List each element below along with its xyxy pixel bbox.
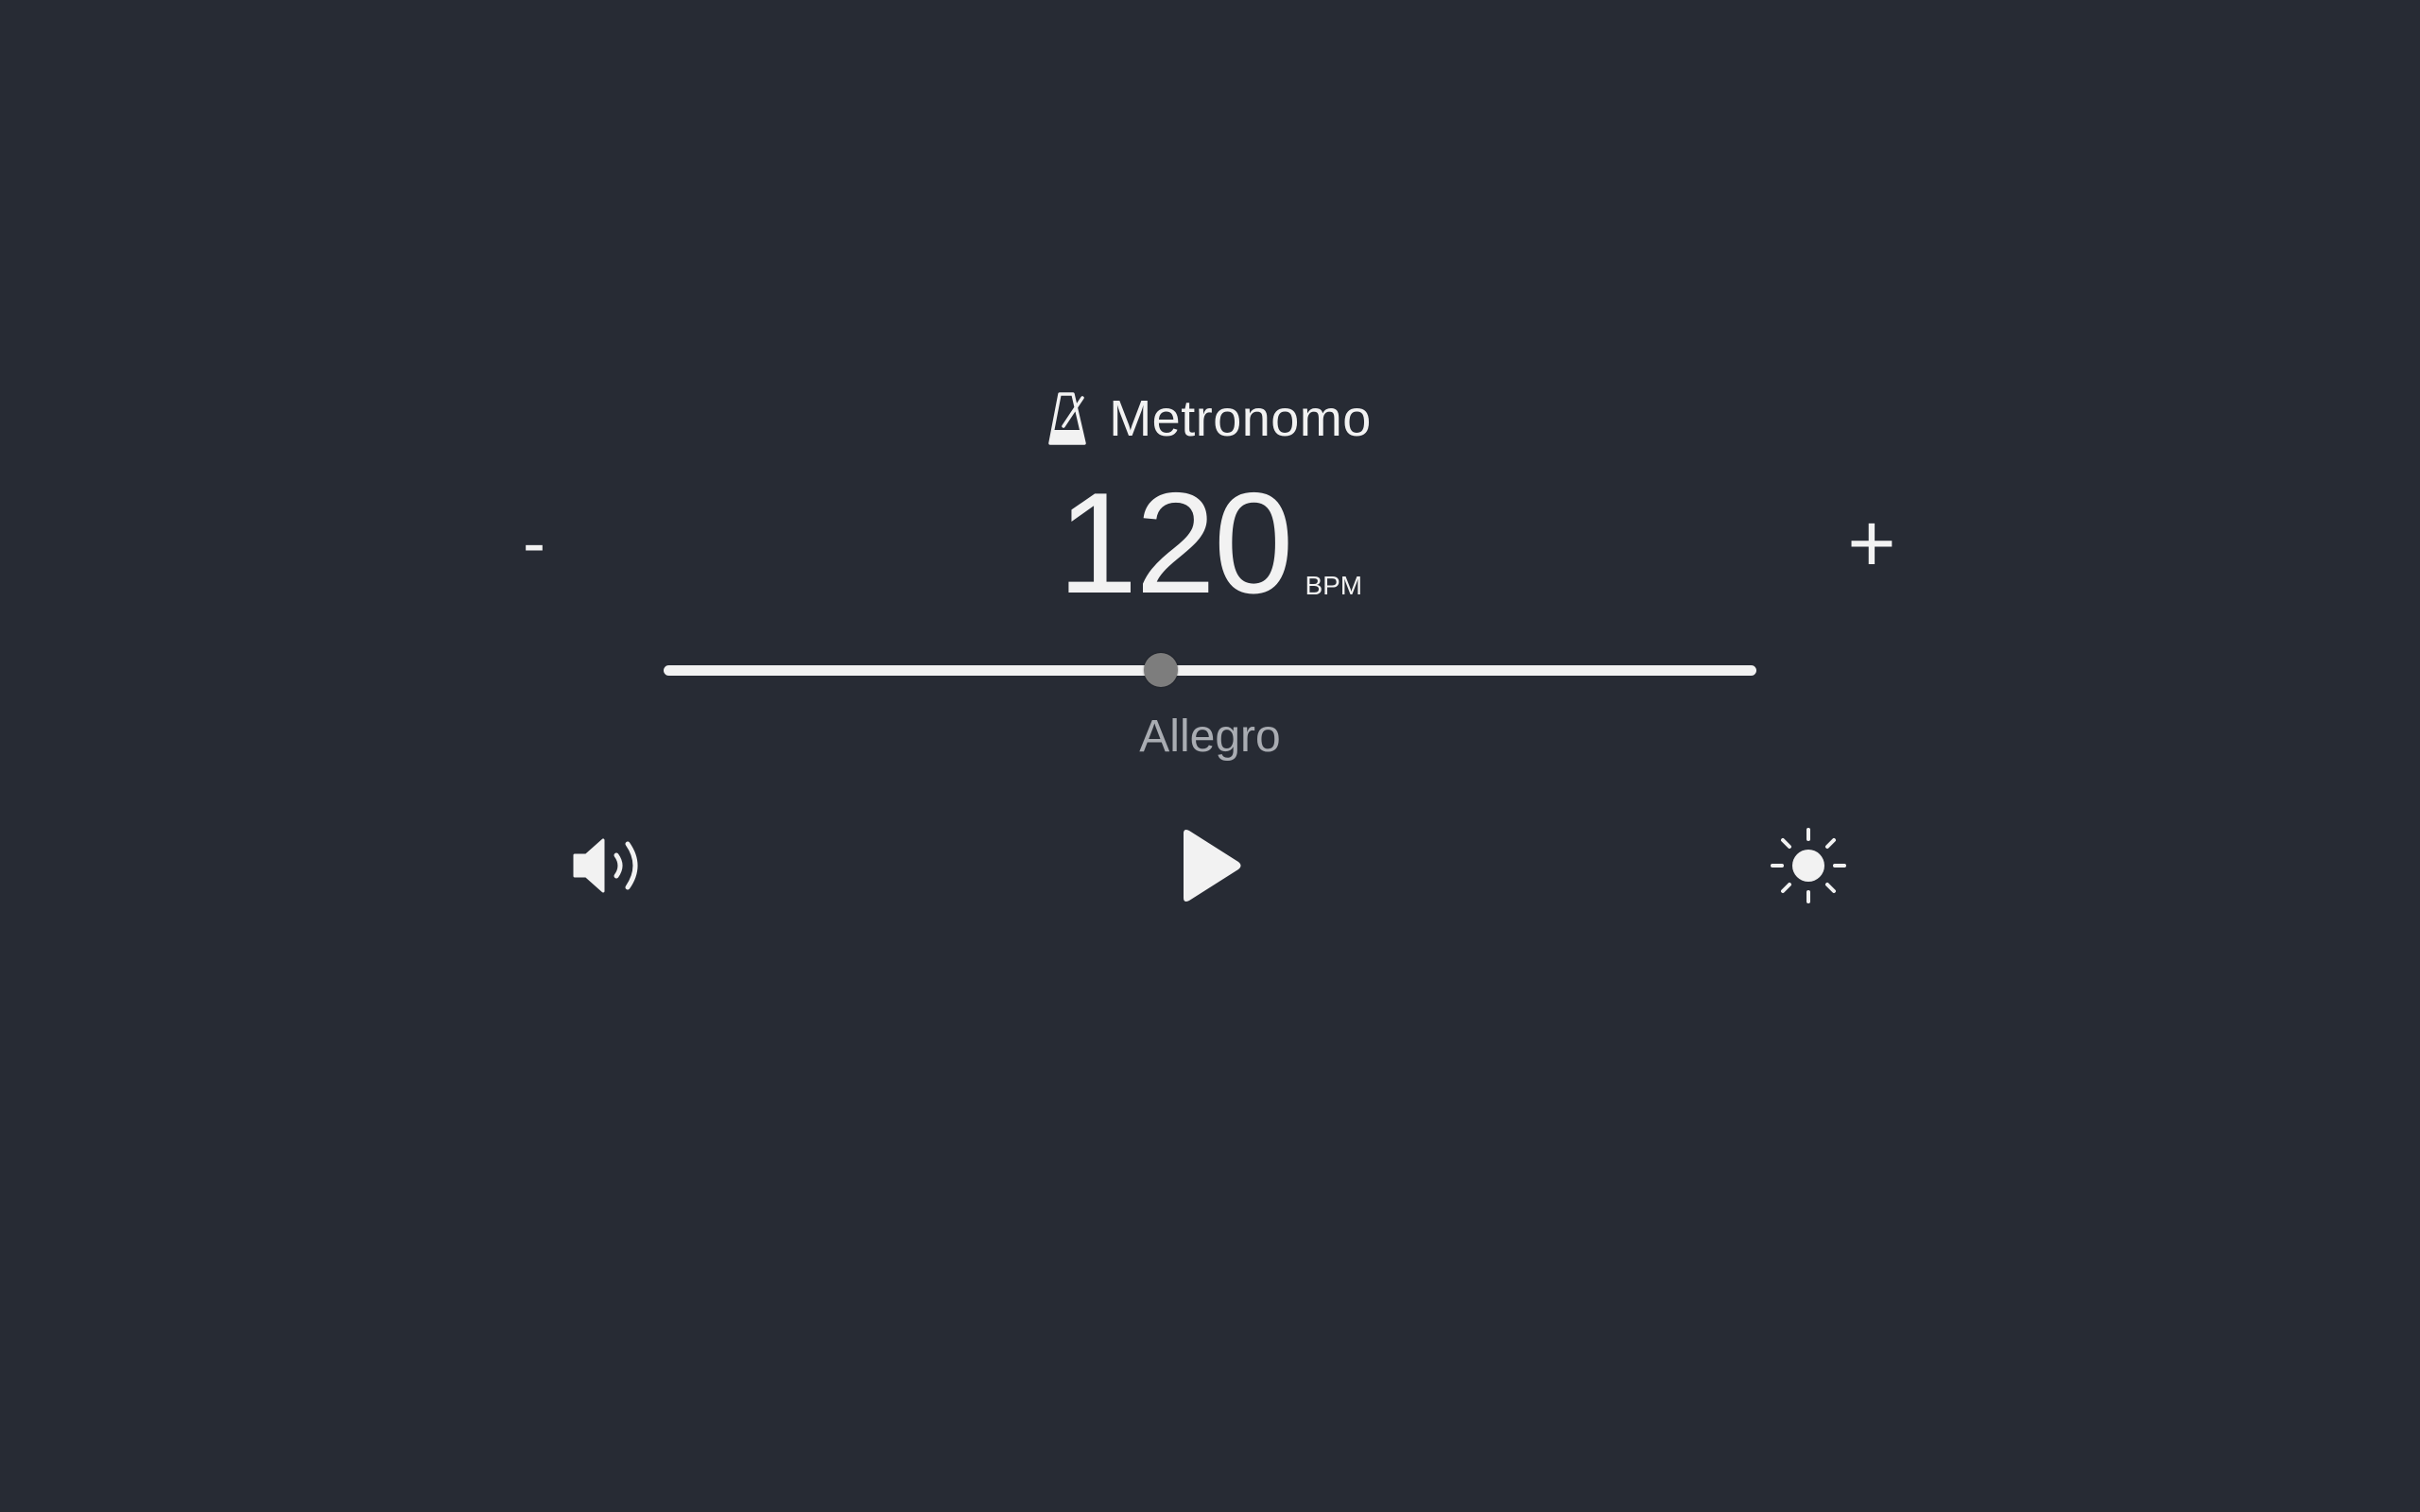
- bpm-display: 120 BPM: [0, 463, 2420, 624]
- tempo-slider[interactable]: [664, 653, 1756, 687]
- slider-thumb[interactable]: [1143, 653, 1178, 687]
- increase-bpm-button[interactable]: +: [1834, 501, 1910, 586]
- tempo-marking: Allegro: [1139, 712, 1281, 762]
- bpm-value: 120: [1057, 463, 1294, 624]
- theme-toggle-button[interactable]: [1763, 822, 1854, 913]
- metronome-icon: [1048, 392, 1090, 445]
- metronome-app: Metronomo - 120 BPM + Allegro: [0, 0, 2420, 1512]
- volume-button[interactable]: [565, 822, 656, 913]
- app-title: Metronomo: [1109, 390, 1372, 447]
- volume-icon: [571, 833, 650, 903]
- play-button[interactable]: [1165, 822, 1255, 913]
- sun-icon: [1771, 827, 1846, 908]
- bpm-unit: BPM: [1305, 571, 1363, 600]
- slider-track[interactable]: [664, 665, 1756, 676]
- play-icon: [1174, 826, 1246, 910]
- app-header: Metronomo: [0, 389, 2420, 448]
